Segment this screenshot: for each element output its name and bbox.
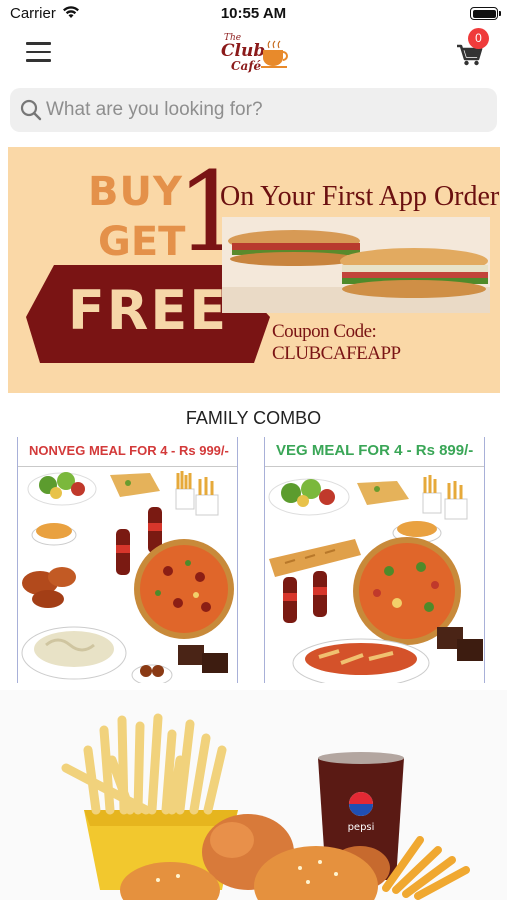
nonveg-meal-label: NONVEG MEAL FOR 4 - Rs 999/- [18, 437, 237, 467]
logo-club: Club [221, 41, 265, 61]
nonveg-meal-image [21, 471, 234, 683]
search-bar[interactable] [10, 88, 497, 132]
status-bar: Carrier 10:55 AM [0, 0, 507, 28]
sandwich-image [222, 217, 490, 313]
promo-headline: On Your First App Order [220, 181, 500, 212]
pepsi-cup-text: pepsi [348, 822, 375, 833]
veg-meal-image [268, 475, 483, 683]
promo-get-text: GET [98, 219, 186, 265]
veg-meal-card[interactable]: VEG MEAL FOR 4 - Rs 899/- [264, 437, 485, 683]
app-header: The Club Café 0 [0, 28, 507, 80]
fastfood-promo-image[interactable]: pepsi [0, 690, 507, 900]
search-icon [20, 99, 42, 121]
battery-icon [470, 7, 501, 20]
promo-coupon-code: Coupon Code: CLUBCAFEAPP [272, 321, 401, 364]
veg-meal-label: VEG MEAL FOR 4 - Rs 899/- [265, 437, 484, 467]
promo-buy-text: BUY [88, 169, 183, 215]
family-combo-title: FAMILY COMBO [185, 408, 322, 428]
promo-banner[interactable]: BUY GET 1 On Your First App Order FREE C… [8, 147, 500, 393]
promo-free-text: FREE [67, 279, 229, 342]
search-input[interactable] [46, 88, 486, 132]
club-cafe-logo[interactable]: The Club Café [215, 30, 295, 74]
status-time: 10:55 AM [220, 5, 287, 22]
cart-count-badge[interactable]: 0 [468, 28, 489, 49]
nonveg-meal-card[interactable]: NONVEG MEAL FOR 4 - Rs 999/- [17, 437, 238, 683]
logo-cafe: Café [231, 59, 261, 73]
hamburger-menu-icon[interactable] [26, 42, 51, 62]
